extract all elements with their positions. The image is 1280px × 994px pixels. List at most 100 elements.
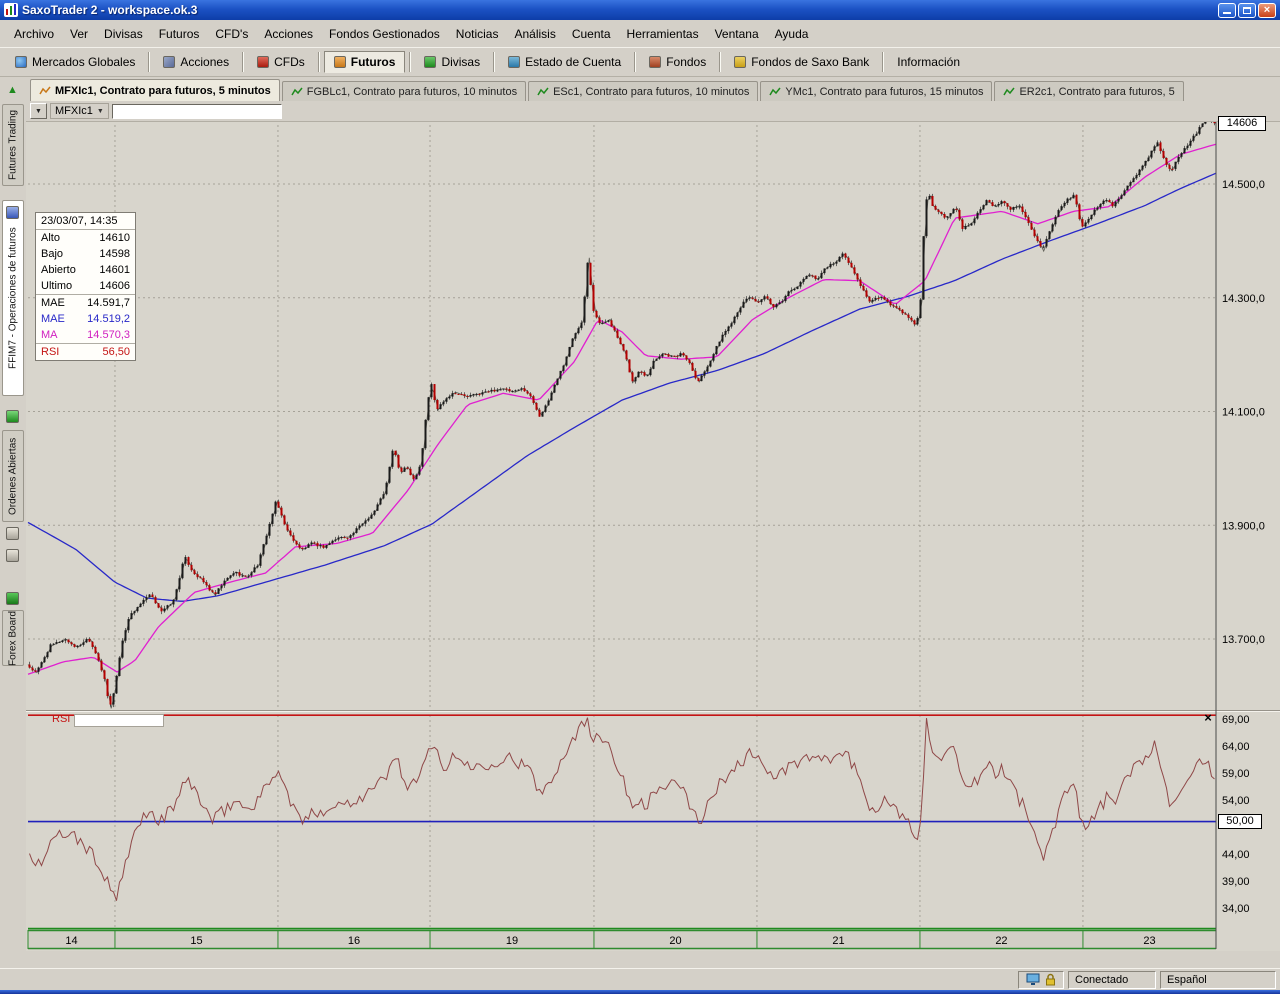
rsi-level-badge: 50,00 — [1218, 814, 1262, 829]
toolbar-separator — [719, 52, 721, 72]
tab-label: FGBLc1, Contrato para futuros, 10 minuto… — [307, 86, 517, 98]
toolbar-fondos[interactable]: Fondos — [640, 51, 715, 73]
tab-label: MFXIc1, Contrato para futuros, 5 minutos — [55, 85, 271, 97]
sidebar-tab-forex-board[interactable]: Forex Board — [2, 610, 24, 666]
tab-fgblc1[interactable]: FGBLc1, Contrato para futuros, 10 minuto… — [282, 81, 526, 101]
sidebar-tab-futures-trading[interactable]: Futures Trading — [2, 104, 24, 186]
sidebar-tab-ffim7-operaciones[interactable]: FFIM7 - Operaciones de futuros — [2, 200, 24, 396]
tooltip-row: MA14.570,3 — [36, 327, 135, 344]
svg-text:13.900,0: 13.900,0 — [1222, 520, 1265, 532]
toolbar-label: Acciones — [180, 55, 229, 69]
svg-text:13.700,0: 13.700,0 — [1222, 634, 1265, 646]
toolbar-separator — [409, 52, 411, 72]
toolbar-label: Fondos — [666, 55, 706, 69]
toolbar-separator — [148, 52, 150, 72]
menu-noticias[interactable]: Noticias — [448, 24, 507, 44]
svg-text:14.500,0: 14.500,0 — [1222, 179, 1265, 191]
menu-divisas[interactable]: Divisas — [96, 24, 151, 44]
toolbar-mercados-globales[interactable]: Mercados Globales — [6, 51, 144, 73]
chart-icon — [39, 85, 51, 97]
stocks-icon — [163, 56, 175, 68]
rsi-close-button[interactable]: × — [1200, 710, 1216, 726]
close-button[interactable]: × — [1258, 3, 1276, 18]
menu-ver[interactable]: Ver — [62, 24, 96, 44]
toolbar-acciones[interactable]: Acciones — [154, 51, 238, 73]
tab-mfxic1[interactable]: MFXIc1, Contrato para futuros, 5 minutos — [30, 79, 280, 101]
cfd-icon — [257, 56, 269, 68]
menu-cfds[interactable]: CFD's — [207, 24, 256, 44]
toolbar-futuros[interactable]: Futuros — [324, 51, 406, 73]
status-bar: Conectado Español — [0, 968, 1280, 990]
fx-icon — [424, 56, 436, 68]
tab-ymc1[interactable]: YMc1, Contrato para futuros, 15 minutos — [760, 81, 992, 101]
svg-text:21: 21 — [832, 935, 844, 947]
window-bottom-border — [0, 990, 1280, 994]
tooltip-datetime: 23/03/07, 14:35 — [36, 213, 135, 230]
menu-archivo[interactable]: Archivo — [6, 24, 62, 44]
status-icons-panel — [1018, 971, 1064, 989]
menu-ayuda[interactable]: Ayuda — [767, 24, 817, 44]
toolbar-label: Futuros — [351, 55, 396, 69]
menu-ventana[interactable]: Ventana — [707, 24, 767, 44]
language-selector[interactable]: Español — [1160, 971, 1276, 989]
svg-text:59,00: 59,00 — [1222, 768, 1250, 780]
svg-text:23: 23 — [1143, 935, 1155, 947]
menu-acciones[interactable]: Acciones — [256, 24, 321, 44]
svg-text:14: 14 — [65, 935, 77, 947]
saxotrader-window: SaxoTrader 2 - workspace.ok.3 × Archivo … — [0, 0, 1280, 994]
symbol-search-input[interactable] — [112, 104, 282, 119]
svg-text:54,00: 54,00 — [1222, 795, 1250, 807]
svg-text:20: 20 — [669, 935, 681, 947]
tag-icon[interactable] — [6, 549, 19, 562]
tab-esc1[interactable]: ESc1, Contrato para futuros, 10 minutos — [528, 81, 758, 101]
svg-text:19: 19 — [506, 935, 518, 947]
restore-button[interactable] — [1238, 3, 1256, 18]
window-title: SaxoTrader 2 - workspace.ok.3 — [22, 3, 1216, 17]
module-toolbar: Mercados Globales Acciones CFDs Futuros … — [0, 47, 1280, 77]
tooltip-row: Bajo14598 — [36, 246, 135, 262]
toolbar-estado-de-cuenta[interactable]: Estado de Cuenta — [499, 51, 630, 73]
chart-tab-bar: MFXIc1, Contrato para futuros, 5 minutos… — [26, 77, 1280, 101]
chart-icon — [1003, 86, 1015, 98]
sidebar-tab-ordenes-abiertas[interactable]: Ordenes Abiertas — [2, 430, 24, 522]
chart-icon — [537, 86, 549, 98]
tab-label: YMc1, Contrato para futuros, 15 minutos — [785, 86, 983, 98]
svg-text:22: 22 — [995, 935, 1007, 947]
saxo-funds-icon — [734, 56, 746, 68]
toolbar-label: CFDs — [274, 55, 305, 69]
menu-cuenta[interactable]: Cuenta — [564, 24, 619, 44]
last-price-badge: 14606 — [1218, 116, 1266, 131]
account-icon — [508, 56, 520, 68]
symbol-select[interactable]: MFXIc1 ▼ — [50, 103, 109, 119]
tag-icon[interactable] — [6, 527, 19, 540]
tooltip-row: Ultimo14606 — [36, 278, 135, 295]
menu-analisis[interactable]: Análisis — [506, 24, 563, 44]
rsi-settings-input[interactable] — [74, 714, 164, 727]
toolbar-separator — [493, 52, 495, 72]
toolbar-informacion[interactable]: Información — [888, 51, 969, 73]
minimize-button[interactable] — [1218, 3, 1236, 18]
toolbar-divisas[interactable]: Divisas — [415, 51, 489, 73]
tab-er2c1[interactable]: ER2c1, Contrato para futuros, 5 — [994, 81, 1183, 101]
network-status-icon — [1026, 973, 1040, 986]
chart-menu-button[interactable]: ▼ — [30, 103, 47, 119]
tab-label: ER2c1, Contrato para futuros, 5 — [1019, 86, 1174, 98]
menu-fondos-gestionados[interactable]: Fondos Gestionados — [321, 24, 448, 44]
lock-icon — [1045, 973, 1056, 986]
globe-icon — [15, 56, 27, 68]
toolbar-cfds[interactable]: CFDs — [248, 51, 314, 73]
toolbar-separator — [882, 52, 884, 72]
forex-board-icon — [6, 592, 19, 605]
tooltip-row: Abierto14601 — [36, 262, 135, 278]
menu-herramientas[interactable]: Herramientas — [619, 24, 707, 44]
tab-label: ESc1, Contrato para futuros, 10 minutos — [553, 86, 749, 98]
price-chart[interactable]: 14.500,014.300,014.100,013.900,013.700,0… — [26, 101, 1280, 951]
svg-text:15: 15 — [190, 935, 202, 947]
menu-futuros[interactable]: Futuros — [151, 24, 208, 44]
chevron-down-icon: ▼ — [97, 108, 104, 115]
toolbar-label: Mercados Globales — [32, 55, 135, 69]
tooltip-row: MAE14.591,7 — [36, 295, 135, 311]
chart-panel: 14.500,014.300,014.100,013.900,013.700,0… — [26, 101, 1280, 951]
toolbar-fondos-saxo-bank[interactable]: Fondos de Saxo Bank — [725, 51, 878, 73]
funds-icon — [649, 56, 661, 68]
